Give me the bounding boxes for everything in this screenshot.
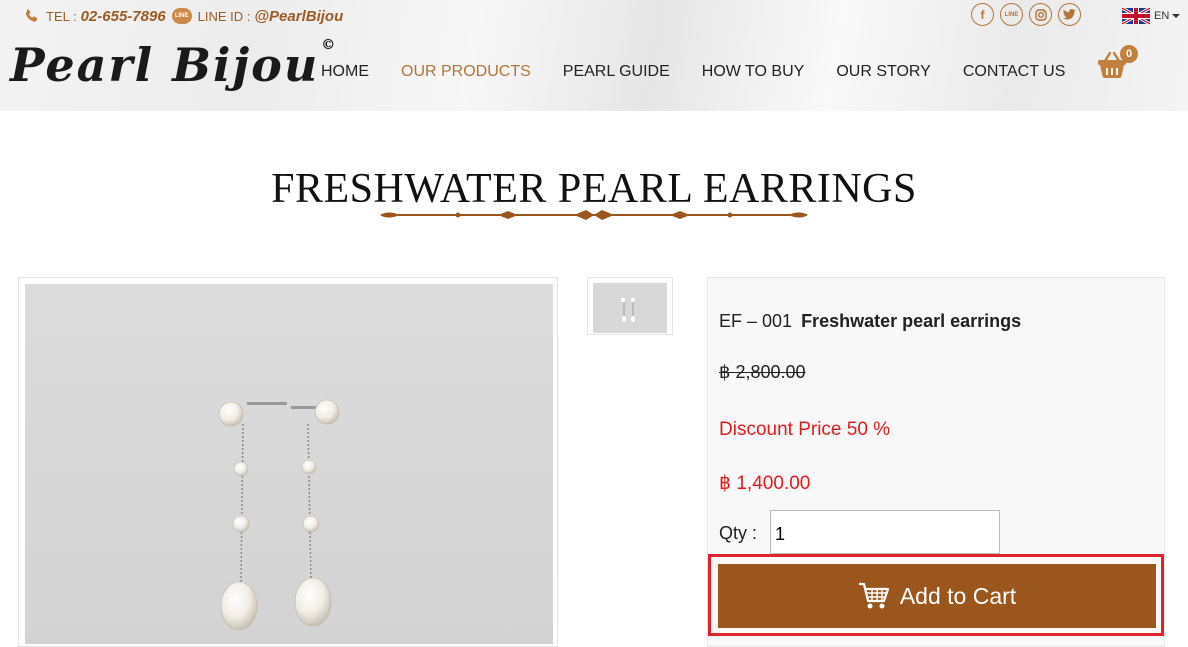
cart-count-badge: 0 (1120, 45, 1138, 63)
line-icon[interactable]: LINE (1000, 3, 1023, 26)
uk-flag-icon (1122, 8, 1150, 24)
instagram-icon[interactable] (1029, 3, 1052, 26)
qty-label: Qty : (719, 523, 758, 543)
earrings-photo (25, 284, 553, 644)
nav-contact-us[interactable]: CONTACT US (963, 63, 1066, 81)
caret-down-icon (1172, 14, 1181, 18)
line-chat-icon: LINE (171, 8, 192, 24)
main-nav: HOME OUR PRODUCTS PEARL GUIDE HOW TO BUY… (321, 63, 1097, 81)
product-code: EF – 001 (719, 311, 793, 331)
sale-price: ฿ 1,400.00 (719, 473, 811, 494)
language-selector[interactable]: EN (1122, 8, 1181, 24)
nav-how-to-buy[interactable]: HOW TO BUY (702, 63, 805, 81)
product-title: EF – 001 Freshwater pearl earrings (719, 311, 1021, 332)
site-header: TEL : 02-655-7896 LINE LINE ID : @PearlB… (0, 0, 1188, 111)
nav-our-story[interactable]: OUR STORY (836, 63, 931, 81)
nav-our-products[interactable]: OUR PRODUCTS (401, 63, 531, 81)
contact-bar: TEL : 02-655-7896 LINE LINE ID : @PearlB… (24, 6, 349, 26)
product-thumbnail[interactable] (587, 277, 673, 335)
social-links: f LINE (971, 3, 1087, 26)
discount-label: Discount Price 50 % (719, 419, 891, 440)
facebook-icon[interactable]: f (971, 3, 994, 26)
tel-number[interactable]: 02-655-7896 (81, 8, 166, 25)
page-title: FRESHWATER PEARL EARRINGS (271, 166, 917, 212)
phone-icon (25, 9, 38, 22)
language-code: EN (1154, 10, 1170, 22)
title-ornament (380, 210, 808, 220)
product-main-image[interactable] (18, 277, 558, 647)
quantity-input[interactable] (770, 510, 1000, 554)
original-price: ฿ 2,800.00 (719, 362, 806, 382)
thumbnail-photo (593, 283, 667, 333)
copyright-mark: © (321, 36, 338, 53)
site-logo[interactable]: Pearl Bijou © (10, 36, 338, 92)
add-to-cart-button[interactable]: Add to Cart (718, 564, 1156, 628)
tel-label: TEL : (46, 8, 77, 24)
shopping-cart-icon (858, 582, 889, 609)
nav-home[interactable]: HOME (321, 63, 369, 81)
nav-pearl-guide[interactable]: PEARL GUIDE (563, 63, 670, 81)
product-name: Freshwater pearl earrings (801, 311, 1022, 331)
logo-text: Pearl Bijou (10, 38, 320, 92)
line-id-label: LINE ID : (197, 8, 251, 24)
add-to-cart-label: Add to Cart (899, 582, 1017, 609)
twitter-icon[interactable] (1058, 3, 1081, 26)
line-id-value[interactable]: @PearlBijou (254, 8, 343, 25)
product-info-panel: EF – 001 Freshwater pearl earrings ฿ 2,8… (707, 277, 1165, 647)
